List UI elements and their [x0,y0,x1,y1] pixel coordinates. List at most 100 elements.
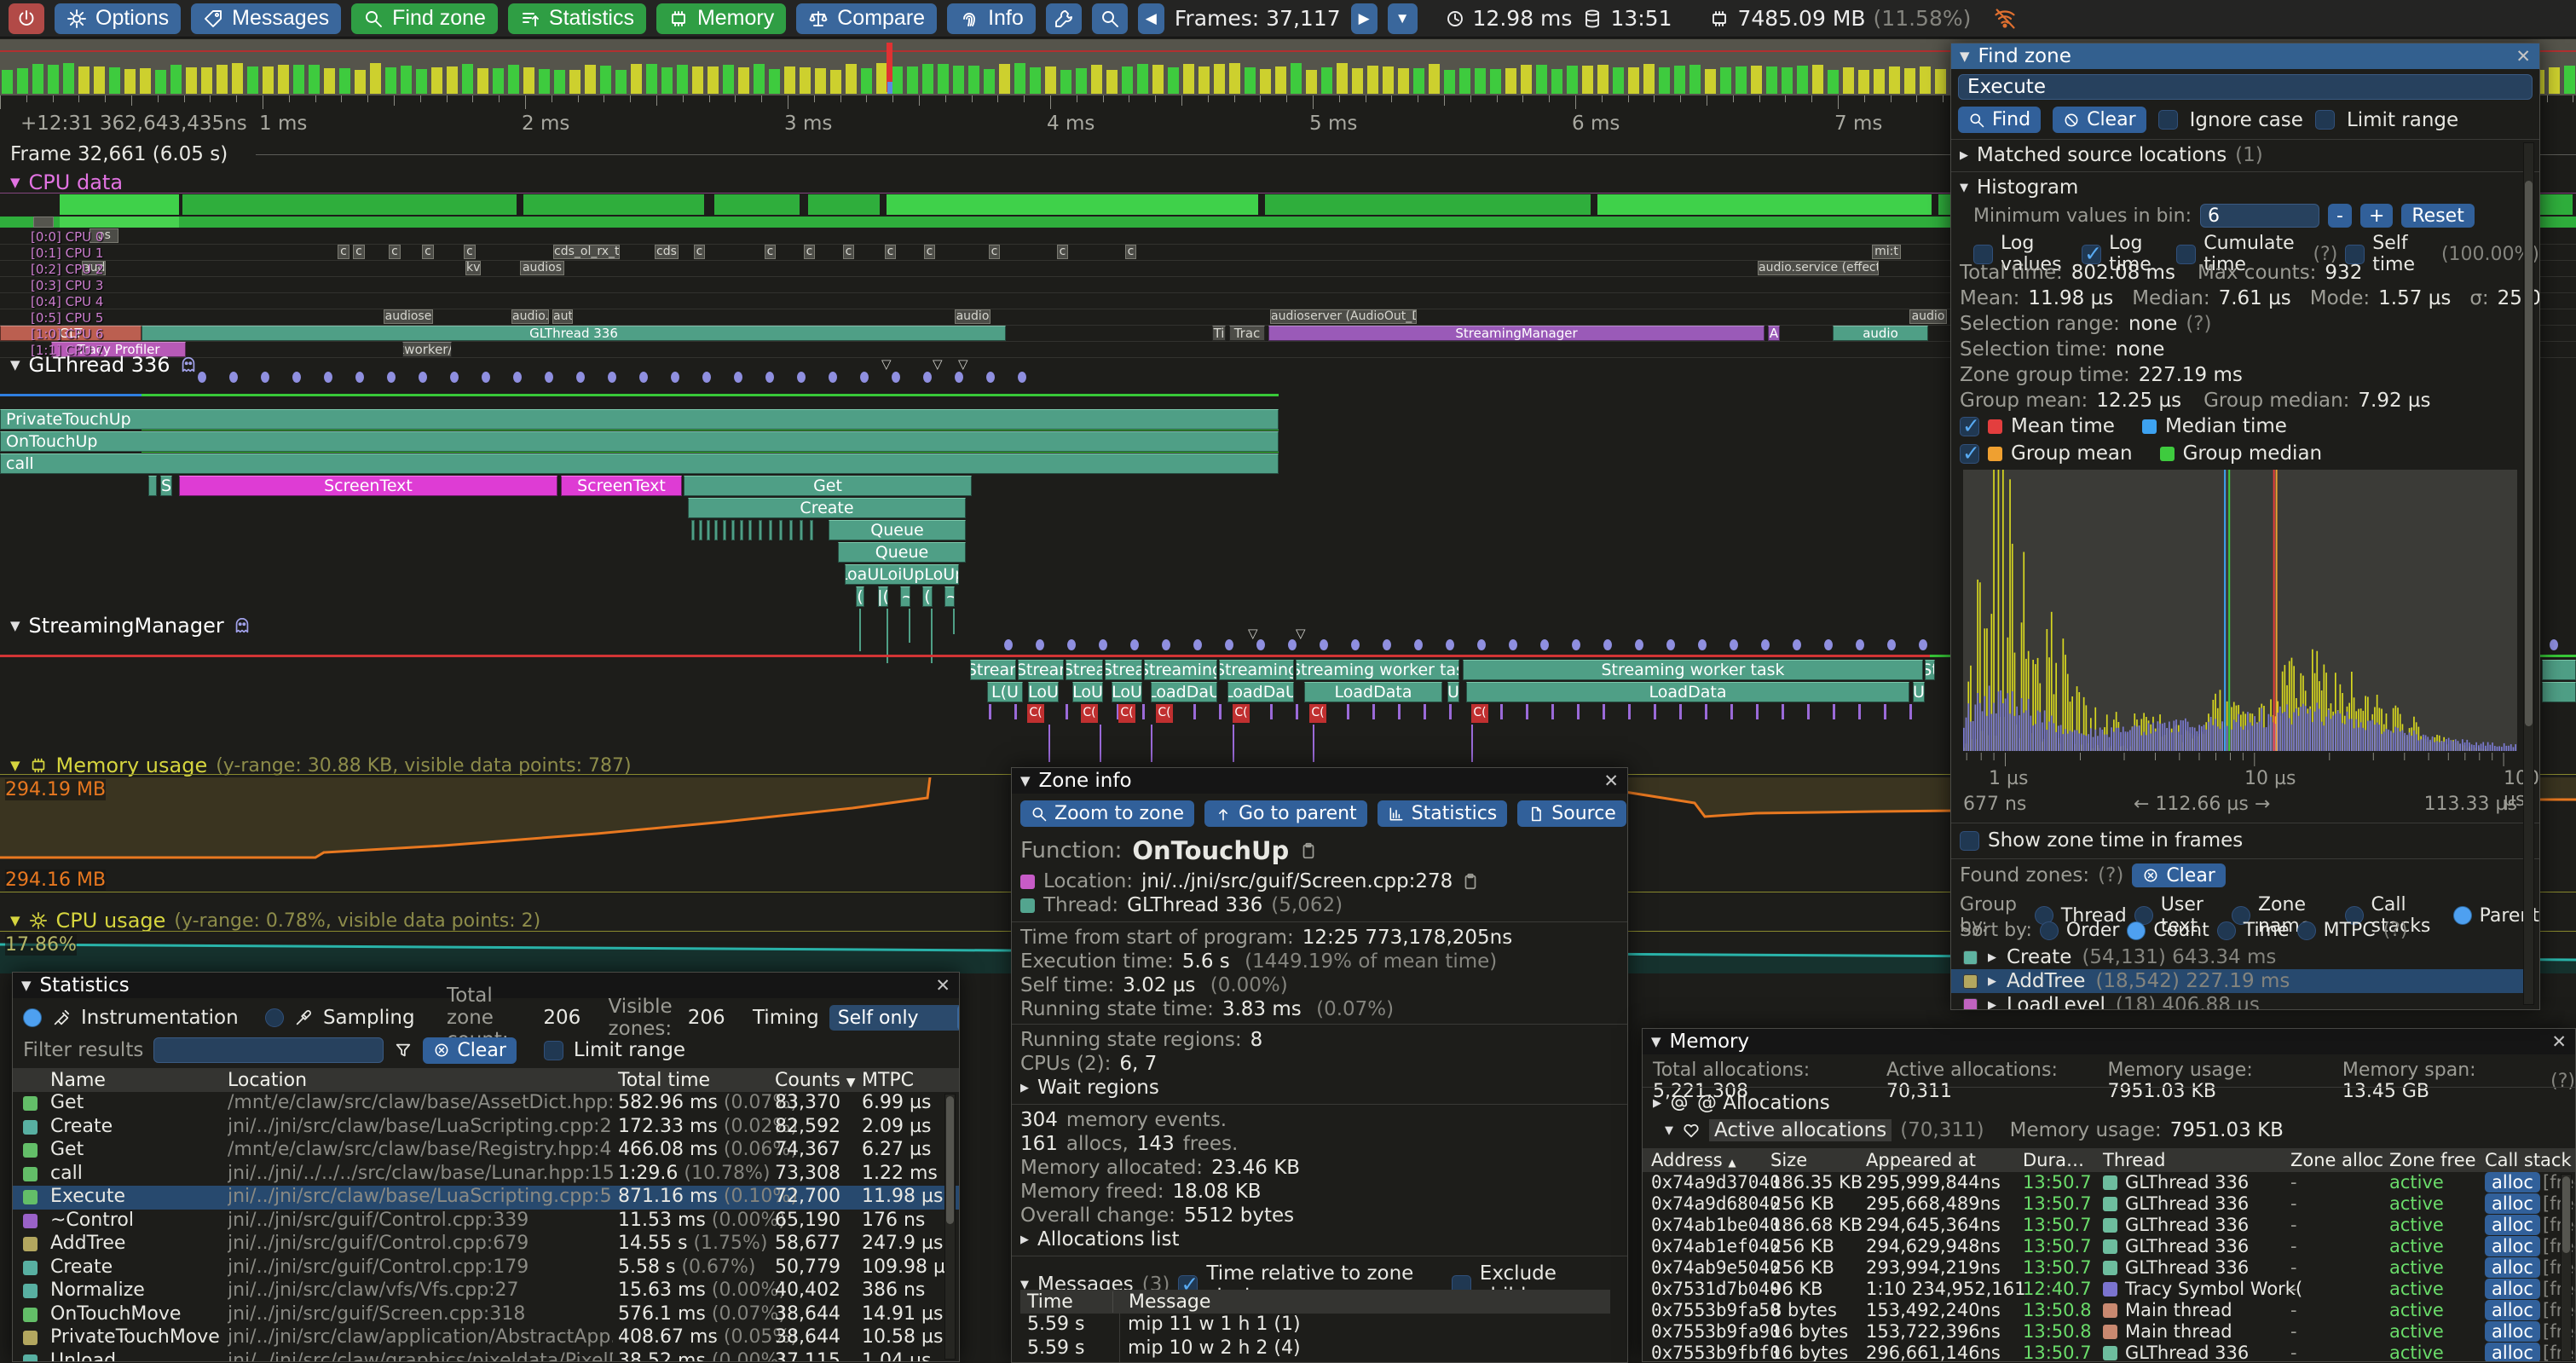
cpu-usage-fragment[interactable]: audiose [384,309,433,324]
cpu-usage-fragment[interactable]: c [422,245,434,259]
zone-span[interactable]: LoadDaU [1227,682,1294,702]
zone-micro-tick[interactable] [1270,704,1273,719]
lock-event-dot[interactable] [829,372,837,383]
lock-event-dot[interactable] [387,372,396,383]
cpu-activity-segment[interactable] [60,194,179,215]
zone-span[interactable]: LoU [1072,682,1103,702]
zoom-to-zone-button[interactable]: Zoom to zone [1020,800,1194,827]
zone-micro-tick[interactable] [1066,704,1068,719]
cpu-usage-zone[interactable]: kworker/( [402,342,452,357]
sort-by-mtpc[interactable] [2297,921,2316,940]
cpu-usage-fragment[interactable]: c [1057,245,1068,259]
info-button[interactable]: Info [947,3,1036,34]
lock-event-dot[interactable] [1018,372,1026,383]
sampling-radio[interactable] [265,1008,284,1027]
zone-micro-tick[interactable] [1756,704,1759,719]
show-zone-time-checkbox[interactable] [1960,831,1979,851]
zone-micro-tick[interactable] [1526,704,1528,719]
alloc-callstack-button[interactable]: alloc [2485,1172,2540,1193]
zone-span[interactable]: Create [688,498,966,518]
cpu-usage-zone[interactable]: Ti [1212,326,1226,341]
zone-micro-tick[interactable] [1014,704,1017,719]
memory-scrollbar[interactable] [2561,1174,2572,1361]
zone-span[interactable]: Strea [1105,660,1142,680]
lock-event-dot[interactable] [1856,639,1864,650]
lock-event-dot[interactable] [1824,639,1833,650]
column-header[interactable]: Address ▲ [1651,1150,1736,1170]
find-zone-titlebar[interactable]: ▼Find zone✕ [1951,43,2539,69]
filter-input[interactable] [153,1037,384,1063]
frame-dropdown-button[interactable]: ▼ [1388,3,1418,34]
statistics-button[interactable]: Statistics [508,3,646,34]
lock-event-dot[interactable] [671,372,679,383]
zone-micro-tick[interactable] [699,520,702,540]
table-row[interactable]: Get/mnt/e/claw/src/claw/base/AssetDict.h… [13,1092,960,1116]
lock-event-dot[interactable] [292,372,301,383]
cpu-usage-fragment[interactable]: c [464,245,476,259]
lock-event-dot[interactable] [608,372,616,383]
collapsed-zone-marker[interactable]: ▽ [933,356,943,372]
zone-micro-tick[interactable] [691,520,695,540]
column-header[interactable]: Counts ▼ [775,1070,856,1091]
zone-micro-tick[interactable] [789,520,793,540]
lock-event-dot[interactable] [923,372,932,383]
zone-micro-tick[interactable] [1449,704,1452,719]
table-row[interactable]: 0x74ab1be040186.68 KB294,645,364ns13:50.… [1643,1215,2576,1236]
zone-span[interactable]: S [160,476,172,496]
lock-event-dot[interactable] [765,372,774,383]
zone-micro-tick[interactable] [1833,704,1835,719]
lock-event-dot[interactable] [955,372,963,383]
table-row[interactable]: OnTouchMovejni/../jni/src/guif/Screen.cp… [13,1303,960,1327]
zone-micro-tick[interactable] [769,520,772,540]
collapsed-zone-marker[interactable]: ▽ [881,356,892,372]
lock-event-dot[interactable] [198,372,206,383]
table-row[interactable]: 0x7553b9fbf016 bytes296,661,146ns13:50.7… [1643,1343,2576,1362]
table-row[interactable]: Unloadjni/../jni/src/claw/graphics/pixel… [13,1350,960,1363]
table-row[interactable]: Executejni/../jni/src/claw/base/LuaScrip… [13,1186,960,1210]
lock-event-dot[interactable] [1414,639,1423,650]
cpu-usage-fragment[interactable]: audio.service (effect) [1758,261,1879,275]
lock-event-dot[interactable] [892,372,900,383]
group-legend-checkbox[interactable] [1960,444,1979,464]
zone-span[interactable]: |~ [900,586,910,607]
cpu-usage-fragment[interactable]: c [804,245,815,259]
zone-span[interactable]: Streaming [1144,660,1217,680]
collapsed-zone-marker[interactable]: ▽ [1248,626,1258,641]
zone-span[interactable]: U [1447,682,1459,702]
zone-span[interactable]: St [1925,660,1935,680]
lock-event-dot[interactable] [1635,639,1643,650]
lock-event-dot[interactable] [1572,639,1580,650]
lock-event-dot[interactable] [1067,639,1076,650]
zone-micro-tick[interactable] [714,520,718,540]
cpu-usage-fragment[interactable]: c [1125,245,1136,259]
zone-micro-tick[interactable] [800,520,803,540]
cpu-usage-fragment[interactable]: c [694,245,705,259]
cpu-usage-zone[interactable]: audio [1833,326,1928,341]
zone-micro-tick[interactable] [1705,704,1707,719]
table-row[interactable]: 0x74a9d68040256 KB295,668,489ns13:50.7GL… [1643,1193,2576,1215]
cpu-usage-zone[interactable]: GLThread 336 [142,326,1006,341]
allocations-group-expander[interactable]: ▶@ Allocations [1653,1092,1830,1114]
column-header[interactable]: Zone alloc [2290,1150,2383,1170]
power-button[interactable] [9,3,44,34]
lock-event-dot[interactable] [1288,639,1297,650]
zone-micro-tick[interactable] [723,520,726,540]
active-allocations-expander[interactable]: ▼ Active allocations(70,311) Memory usag… [1665,1119,2284,1141]
lock-event-dot[interactable] [482,372,490,383]
zone-span[interactable]: ( [922,586,933,607]
instrumentation-radio[interactable] [23,1008,42,1027]
lock-event-dot[interactable] [1887,639,1896,650]
zone-micro-tick[interactable] [1858,704,1861,719]
cpu-usage-fragment[interactable]: c [885,245,896,259]
zone-micro-tick[interactable] [707,520,710,540]
zone-micro-tick[interactable] [1909,704,1912,719]
failed-zone-fragment[interactable]: C( [1233,704,1250,723]
zone-micro-tick[interactable] [989,704,991,719]
alloc-callstack-button[interactable]: alloc [2485,1300,2540,1320]
zone-span[interactable]: L(U [987,682,1023,702]
zone-span[interactable] [148,476,157,496]
table-row[interactable]: 0x7531d7b04096 KB1:10 234,952,16112:40.7… [1643,1279,2576,1300]
cpu-usage-fragment[interactable]: mi:t [1872,245,1901,259]
zone-span[interactable]: LoaULoiUpLoUp [845,564,959,585]
zone-micro-tick[interactable] [1347,704,1349,719]
